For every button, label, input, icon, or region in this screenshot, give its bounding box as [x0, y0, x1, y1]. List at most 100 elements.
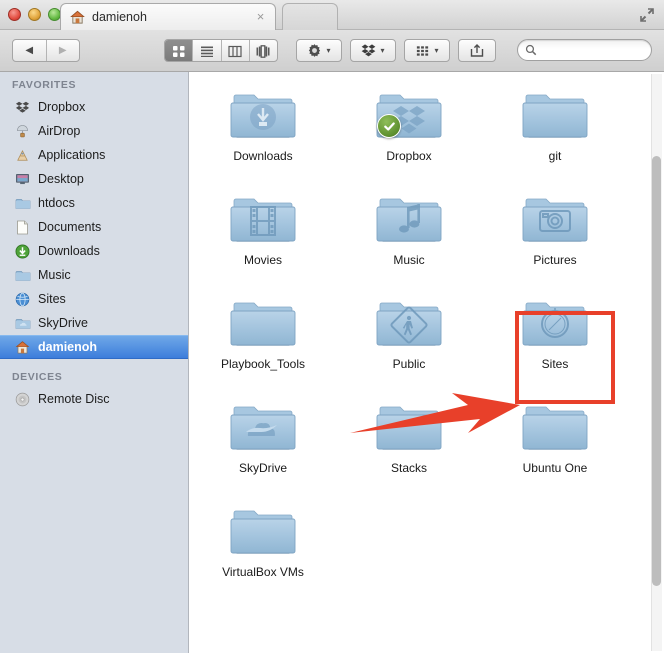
folder-icon[interactable] [230, 398, 296, 456]
file-item[interactable]: Sites [482, 294, 628, 398]
coverflow-view-icon [256, 44, 270, 58]
sidebar-item-label: Downloads [38, 244, 100, 258]
folder-icon[interactable] [522, 398, 588, 456]
sidebar-item-desktop[interactable]: Desktop [0, 167, 188, 191]
file-item[interactable]: Public [336, 294, 482, 398]
minimize-button[interactable] [28, 8, 41, 21]
folder-icon[interactable] [376, 86, 442, 144]
sidebar-item-applications[interactable]: Applications [0, 143, 188, 167]
sidebar-item-dropbox[interactable]: Dropbox [0, 95, 188, 119]
arrange-menu-button[interactable]: ▾ [404, 39, 450, 62]
forward-button[interactable]: ▶ [47, 40, 80, 61]
scrollbar-thumb[interactable] [652, 156, 661, 586]
sidebar-item-downloads[interactable]: Downloads [0, 239, 188, 263]
file-item[interactable]: Downloads [190, 86, 336, 190]
new-tab-button[interactable] [282, 3, 338, 30]
column-view-icon [228, 45, 242, 57]
sidebar[interactable]: FAVORITES Dropbox AirDrop Applications D… [0, 72, 189, 653]
file-item[interactable]: Pictures [482, 190, 628, 294]
column-view-button[interactable] [222, 40, 250, 61]
sidebar-item-label: Remote Disc [38, 392, 110, 406]
dropbox-icon [362, 44, 376, 57]
icon-view-button[interactable] [165, 40, 194, 61]
close-button[interactable] [8, 8, 21, 21]
file-item-label: Movies [243, 253, 282, 267]
search-icon [525, 44, 537, 56]
file-item[interactable]: Music [336, 190, 482, 294]
sidebar-section-devices-header: DEVICES [12, 371, 63, 383]
file-item[interactable]: Dropbox [336, 86, 482, 190]
file-item[interactable]: Stacks [336, 398, 482, 502]
search-input[interactable] [541, 43, 645, 57]
folder-icon[interactable] [376, 294, 442, 352]
home-icon [14, 339, 31, 355]
sidebar-item-music[interactable]: Music [0, 263, 188, 287]
folder-icon[interactable] [230, 502, 296, 560]
document-icon [14, 219, 31, 235]
folder-icon[interactable] [522, 86, 588, 144]
vertical-scrollbar[interactable] [651, 74, 662, 651]
folder-icon[interactable] [230, 294, 296, 352]
desktop-icon [14, 171, 31, 187]
tab-damienoh[interactable]: damienoh × [60, 3, 276, 30]
dropbox-icon [14, 99, 31, 115]
gear-icon [309, 44, 321, 57]
airdrop-icon [14, 123, 31, 139]
file-item[interactable]: Playbook_Tools [190, 294, 336, 398]
file-item-label: Dropbox [386, 149, 432, 163]
action-menu-button[interactable]: ▾ [296, 39, 342, 62]
file-item-label: Playbook_Tools [220, 357, 306, 371]
sidebar-section-favorites-header: FAVORITES [12, 79, 77, 91]
list-view-button[interactable] [193, 40, 222, 61]
toolbar: ◀ ▶ ▾ ▾ ▾ [0, 30, 664, 72]
sidebar-item-sites[interactable]: Sites [0, 287, 188, 311]
folder-icon[interactable] [522, 294, 588, 352]
folder-icon [14, 195, 31, 211]
home-icon [69, 10, 86, 25]
share-button[interactable] [458, 39, 496, 62]
folder-icon[interactable] [376, 190, 442, 248]
file-item[interactable]: Ubuntu One [482, 398, 628, 502]
sidebar-item-label: Dropbox [38, 100, 86, 114]
file-item[interactable]: SkyDrive [190, 398, 336, 502]
disc-icon [14, 391, 31, 407]
globe-icon [14, 291, 31, 307]
file-grid-area[interactable]: Downloads Dropbox git Movies Music Pictures Pl… [190, 72, 664, 653]
sidebar-item-skydrive[interactable]: SkyDrive [0, 311, 188, 335]
folder-icon[interactable] [230, 190, 296, 248]
title-bar: damienoh × [0, 0, 664, 30]
file-grid: Downloads Dropbox git Movies Music Pictures Pl… [190, 72, 650, 606]
applications-icon [14, 147, 31, 163]
sidebar-item-remote-disc[interactable]: Remote Disc [0, 387, 188, 411]
search-field[interactable] [517, 39, 652, 61]
sidebar-item-airdrop[interactable]: AirDrop [0, 119, 188, 143]
file-item-label: Ubuntu One [522, 461, 588, 475]
file-item[interactable]: Movies [190, 190, 336, 294]
coverflow-view-button[interactable] [250, 40, 277, 61]
file-item-label: Music [393, 253, 425, 267]
sidebar-item-label: Desktop [38, 172, 84, 186]
file-item-label: Sites [541, 357, 569, 371]
fullscreen-icon[interactable] [638, 6, 656, 24]
file-item[interactable]: git [482, 86, 628, 190]
sidebar-item-label: SkyDrive [38, 316, 89, 330]
folder-icon[interactable] [230, 86, 296, 144]
folder-icon[interactable] [522, 190, 588, 248]
sidebar-item-label: damienoh [38, 340, 98, 354]
back-button[interactable]: ◀ [13, 40, 47, 61]
sidebar-item-label: Applications [38, 148, 106, 162]
sidebar-item-htdocs[interactable]: htdocs [0, 191, 188, 215]
file-item-label: Stacks [390, 461, 427, 475]
sidebar-item-label: AirDrop [38, 124, 81, 138]
folder-icon [14, 267, 31, 283]
view-mode-buttons [164, 39, 278, 62]
close-icon[interactable]: × [254, 10, 267, 23]
folder-icon[interactable] [376, 398, 442, 456]
sidebar-item-damienoh[interactable]: damienoh [0, 335, 188, 359]
forward-arrow-icon: ▶ [58, 45, 67, 56]
file-item[interactable]: VirtualBox VMs [190, 502, 336, 606]
dropbox-menu-button[interactable]: ▾ [350, 39, 396, 62]
tab-title: damienoh [92, 10, 147, 24]
sidebar-item-label: htdocs [38, 196, 75, 210]
sidebar-item-documents[interactable]: Documents [0, 215, 188, 239]
